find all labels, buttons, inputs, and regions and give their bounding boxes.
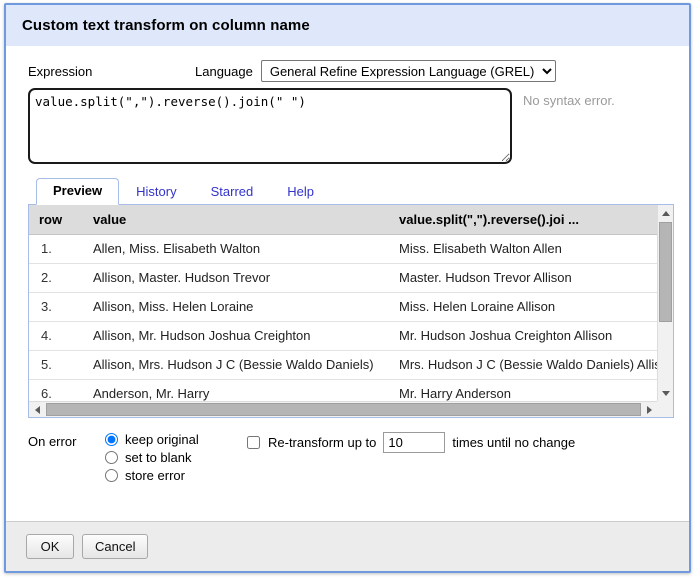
cell-row-number: 6. <box>29 379 83 401</box>
table-header-row: row value value.split(",").reverse().joi… <box>29 205 657 235</box>
retransform-checkbox[interactable] <box>247 436 260 449</box>
ok-button[interactable]: OK <box>26 534 74 559</box>
retransform-checkbox-label[interactable]: Re-transform up to <box>247 435 376 450</box>
column-header-value: value <box>83 205 389 235</box>
expression-textarea[interactable] <box>28 88 512 164</box>
dialog-title: Custom text transform on column name <box>22 17 310 34</box>
language-select[interactable]: General Refine Expression Language (GREL… <box>260 60 556 82</box>
tab-starred[interactable]: Starred <box>194 179 271 205</box>
retransform-prefix-label: Re-transform up to <box>268 435 377 450</box>
preview-table: row value value.split(",").reverse().joi… <box>29 205 657 401</box>
radio-store-error[interactable]: store error <box>105 468 247 483</box>
cell-result: Mr. Harry Anderson <box>389 379 657 401</box>
preview-vertical-scrollbar[interactable] <box>657 205 673 401</box>
preview-scroll-area: row value value.split(",").reverse().joi… <box>29 205 657 401</box>
custom-text-transform-dialog: Custom text transform on column name Exp… <box>4 3 691 573</box>
tab-history[interactable]: History <box>119 179 193 205</box>
table-row: 5. Allison, Mrs. Hudson J C (Bessie Wald… <box>29 350 657 380</box>
dialog-footer: OK Cancel <box>6 521 689 571</box>
radio-keep-original-input[interactable] <box>105 433 118 446</box>
cell-result: Mr. Hudson Joshua Creighton Allison <box>389 321 657 351</box>
language-label: Language <box>195 63 253 79</box>
cell-value: Allison, Mr. Hudson Joshua Creighton <box>83 321 389 351</box>
cell-row-number: 3. <box>29 292 83 322</box>
tab-strip: Preview History Starred Help <box>28 178 674 205</box>
radio-set-to-blank[interactable]: set to blank <box>105 450 247 465</box>
cell-row-number: 5. <box>29 350 83 380</box>
dialog-title-bar: Custom text transform on column name <box>6 5 689 46</box>
expression-header-row: Expression Language General Refine Expre… <box>6 46 689 88</box>
radio-set-to-blank-input[interactable] <box>105 451 118 464</box>
preview-horizontal-scrollbar[interactable] <box>29 401 673 417</box>
cell-value: Anderson, Mr. Harry <box>83 379 389 401</box>
retransform-times-input[interactable] <box>383 432 446 453</box>
cell-row-number: 2. <box>29 263 83 293</box>
table-row: 6. Anderson, Mr. Harry Mr. Harry Anderso… <box>29 379 657 401</box>
on-error-row: On error keep original set to blank stor… <box>6 418 689 483</box>
retransform-suffix-label: times until no change <box>452 435 576 450</box>
scroll-down-arrow-icon[interactable] <box>658 385 673 401</box>
expression-input-row: No syntax error. <box>6 88 689 164</box>
radio-keep-original[interactable]: keep original <box>105 432 247 447</box>
preview-table-body: 1. Allen, Miss. Elisabeth Walton Miss. E… <box>29 234 657 401</box>
tab-help[interactable]: Help <box>270 179 331 205</box>
cell-row-number: 1. <box>29 234 83 264</box>
cell-value: Allison, Mrs. Hudson J C (Bessie Waldo D… <box>83 350 389 380</box>
table-row: 2. Allison, Master. Hudson Trevor Master… <box>29 263 657 293</box>
retransform-control: Re-transform up to times until no change <box>247 432 575 453</box>
cancel-button[interactable]: Cancel <box>82 534 149 559</box>
cell-row-number: 4. <box>29 321 83 351</box>
table-row: 3. Allison, Miss. Helen Loraine Miss. He… <box>29 292 657 322</box>
cell-value: Allen, Miss. Elisabeth Walton <box>83 234 389 264</box>
table-row: 4. Allison, Mr. Hudson Joshua Creighton … <box>29 321 657 351</box>
scroll-up-arrow-icon[interactable] <box>658 205 673 221</box>
radio-store-error-label: store error <box>125 468 185 483</box>
on-error-radio-group: keep original set to blank store error <box>105 432 247 483</box>
cell-result: Master. Hudson Trevor Allison <box>389 263 657 293</box>
syntax-status-message: No syntax error. <box>523 93 615 108</box>
vertical-scrollbar-thumb[interactable] <box>659 222 672 322</box>
radio-store-error-input[interactable] <box>105 469 118 482</box>
expression-label: Expression <box>28 63 93 79</box>
scroll-left-arrow-icon[interactable] <box>29 402 45 417</box>
cell-value: Allison, Miss. Helen Loraine <box>83 292 389 322</box>
tab-preview[interactable]: Preview <box>36 178 120 205</box>
cell-result: Mrs. Hudson J C (Bessie Waldo Daniels) A… <box>389 350 657 380</box>
radio-set-to-blank-label: set to blank <box>125 450 192 465</box>
scroll-right-arrow-icon[interactable] <box>641 402 657 417</box>
on-error-label: On error <box>28 434 77 449</box>
cell-result: Miss. Elisabeth Walton Allen <box>389 234 657 264</box>
scrollbar-corner <box>657 401 673 417</box>
radio-keep-original-label: keep original <box>125 432 199 447</box>
column-header-result: value.split(",").reverse().joi ... <box>389 205 657 235</box>
preview-panel: row value value.split(",").reverse().joi… <box>28 205 674 418</box>
column-header-row: row <box>29 205 83 235</box>
cell-value: Allison, Master. Hudson Trevor <box>83 263 389 293</box>
cell-result: Miss. Helen Loraine Allison <box>389 292 657 322</box>
table-row: 1. Allen, Miss. Elisabeth Walton Miss. E… <box>29 234 657 264</box>
dialog-body: Expression Language General Refine Expre… <box>6 46 689 521</box>
horizontal-scrollbar-thumb[interactable] <box>46 403 641 416</box>
preview-tabs-container: Preview History Starred Help row value v… <box>28 178 674 418</box>
